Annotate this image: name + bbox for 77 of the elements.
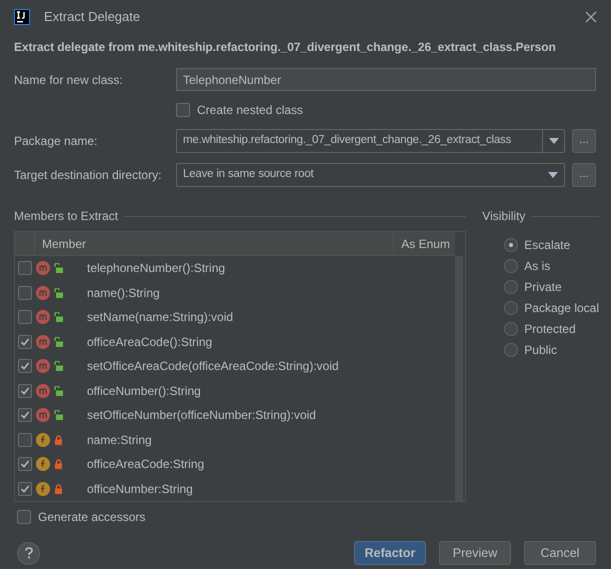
radio-button[interactable] xyxy=(504,280,518,294)
directory-dropdown[interactable]: Leave in same source root xyxy=(176,163,565,187)
close-icon[interactable] xyxy=(585,10,597,22)
member-name: name():String xyxy=(87,284,160,302)
method-icon xyxy=(36,286,50,300)
member-name: name:String xyxy=(87,432,152,449)
section-title: Visibility xyxy=(482,208,526,225)
checkbox-label: Generate accessors xyxy=(38,509,146,526)
method-icon xyxy=(36,261,50,276)
field-label: Package name: xyxy=(14,133,98,150)
checkbox[interactable] xyxy=(18,286,32,300)
refactor-button[interactable]: Refactor xyxy=(354,541,426,565)
radio-button[interactable] xyxy=(504,258,518,272)
checkmark-icon xyxy=(20,484,30,494)
checkmark-icon xyxy=(20,386,30,396)
checkbox[interactable] xyxy=(18,482,32,496)
radio-label: Private xyxy=(524,278,562,296)
method-icon xyxy=(36,359,50,374)
checkbox[interactable] xyxy=(18,261,32,276)
column-header: As Enum xyxy=(400,236,451,252)
checkbox[interactable] xyxy=(18,310,32,324)
browse-button[interactable]: ... xyxy=(572,129,596,153)
window-title: Extract Delegate xyxy=(44,8,140,26)
class-name-field[interactable]: TelephoneNumber xyxy=(176,68,596,91)
radio-button[interactable] xyxy=(504,238,518,252)
field-icon xyxy=(36,482,50,496)
help-button[interactable] xyxy=(17,542,40,564)
radio-label: Package local xyxy=(524,300,599,316)
caret-icon xyxy=(548,172,558,178)
dropdown-value: Leave in same source root xyxy=(182,167,315,182)
dropdown-value: me.whiteship.refactoring._07_divergent_change._26_extract_class xyxy=(182,133,512,148)
checkbox[interactable] xyxy=(18,384,32,398)
checkmark-icon xyxy=(20,410,30,420)
member-name: officeAreaCode():String xyxy=(87,334,212,351)
radio-label: Public xyxy=(524,342,557,358)
column-header: Member xyxy=(35,232,394,255)
radio-button[interactable] xyxy=(504,322,518,336)
checkbox[interactable] xyxy=(18,408,32,422)
radio-button[interactable] xyxy=(504,342,518,356)
radio-label: Escalate xyxy=(524,236,570,254)
field-label: Name for new class: xyxy=(14,72,124,88)
field-label: Target destination directory: xyxy=(14,167,162,184)
question-mark-icon xyxy=(24,547,32,559)
dialog-button[interactable]: Cancel xyxy=(524,541,596,565)
checkmark-icon xyxy=(20,361,30,372)
member-name: telephoneNumber():String xyxy=(87,260,226,278)
caret-icon xyxy=(548,138,558,144)
method-icon xyxy=(36,384,50,398)
member-name: officeNumber:String xyxy=(87,480,193,498)
dialog-button[interactable]: Preview xyxy=(439,541,511,565)
checkmark-icon xyxy=(20,459,30,470)
method-icon xyxy=(36,334,50,349)
checkbox[interactable] xyxy=(176,103,190,117)
radio-label: As is xyxy=(524,258,550,274)
app-logo-icon xyxy=(14,8,30,24)
checkbox[interactable] xyxy=(18,457,32,472)
package-dropdown[interactable]: me.whiteship.refactoring._07_divergent_change._26_extract_class xyxy=(176,129,565,153)
method-icon xyxy=(36,408,50,422)
member-name: officeAreaCode:String xyxy=(87,456,204,474)
member-name: setOfficeAreaCode(officeAreaCode:String):void xyxy=(87,358,339,376)
section-title: Members to Extract xyxy=(14,208,118,225)
radio-button[interactable] xyxy=(504,300,518,314)
radio-label: Protected xyxy=(524,320,576,338)
member-name: setOfficeNumber(officeNumber:String):void xyxy=(87,407,316,424)
member-name: setName(name:String):void xyxy=(87,309,234,326)
checkbox[interactable] xyxy=(17,510,31,524)
dialog-heading: Extract delegate from me.whiteship.refactoring._07_divergent_change._26_extract_class.Person xyxy=(14,39,557,56)
checkbox[interactable] xyxy=(18,359,32,374)
checkbox[interactable] xyxy=(18,334,32,349)
field-icon xyxy=(36,432,50,447)
browse-button[interactable]: ... xyxy=(572,163,596,187)
checkbox[interactable] xyxy=(18,432,32,447)
field-icon xyxy=(36,457,50,472)
checkbox-label: Create nested class xyxy=(197,102,304,119)
checkmark-icon xyxy=(20,336,30,347)
method-icon xyxy=(36,310,50,324)
member-name: officeNumber():String xyxy=(87,382,201,400)
